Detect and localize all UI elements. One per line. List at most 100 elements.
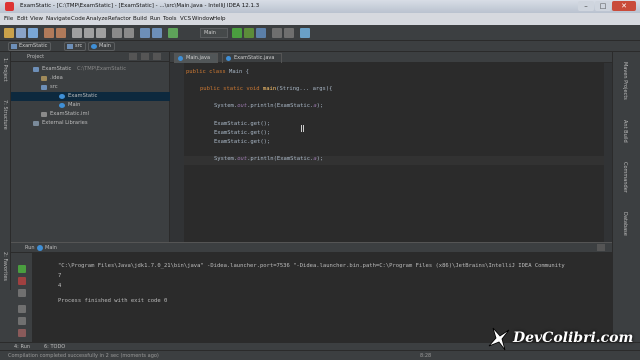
code-text: System. <box>214 103 238 109</box>
menu-vcs[interactable]: VCS <box>180 16 191 22</box>
back-icon[interactable] <box>140 28 150 38</box>
run-panel-title: Run <box>25 245 35 251</box>
code-line-println-1: System.out.println(ExamStatic.a); <box>214 103 323 109</box>
static-field: out <box>237 103 248 109</box>
left-tool-strip: 1: Project 7: Structure 2: Favorites <box>0 52 11 290</box>
method-name: main <box>259 86 277 92</box>
menu-code[interactable]: Code <box>71 16 85 22</box>
maven-projects-tab[interactable]: Maven Projects <box>622 62 628 100</box>
database-tab[interactable]: Database <box>622 212 628 236</box>
title-bar: ExamStatic - [C:\TMP\ExamStatic] - [Exam… <box>0 0 640 13</box>
stop-icon[interactable] <box>18 277 26 285</box>
code-text: Main { <box>225 69 249 75</box>
class-icon <box>37 245 43 251</box>
project-structure-icon[interactable] <box>284 28 294 38</box>
coverage-icon[interactable] <box>256 28 266 38</box>
tab-examstatic-java[interactable]: ExamStatic.java <box>222 53 282 63</box>
source-folder-icon <box>67 44 73 49</box>
breadcrumb-project[interactable]: ExamStatic <box>8 42 52 51</box>
code-text: (String... args){ <box>276 86 333 92</box>
minimize-button[interactable]: – <box>578 1 594 11</box>
tree-label: ExamStatic <box>68 93 98 99</box>
menu-refactor[interactable]: Refactor <box>108 16 131 22</box>
breadcrumb-src[interactable]: src <box>64 42 87 51</box>
tree-item-examstatic-class[interactable]: ExamStatic <box>11 92 170 101</box>
menu-run[interactable]: Run <box>150 16 161 22</box>
hummingbird-logo <box>488 327 510 351</box>
debug-icon[interactable] <box>244 28 254 38</box>
undo-icon[interactable] <box>44 28 54 38</box>
source-folder-icon <box>41 85 47 90</box>
static-field: out <box>237 156 248 162</box>
menu-window[interactable]: Window <box>192 16 214 22</box>
tree-item-external-libraries[interactable]: External Libraries <box>11 119 170 128</box>
dump-threads-icon[interactable] <box>18 305 26 313</box>
menu-view[interactable]: View <box>30 16 43 22</box>
module-file-icon <box>41 112 47 117</box>
tab-main-java[interactable]: Main.java <box>174 53 218 63</box>
project-tool-tab[interactable]: 1: Project <box>2 58 8 82</box>
pause-icon[interactable] <box>18 289 26 297</box>
menu-edit[interactable]: Edit <box>17 16 28 22</box>
menu-build[interactable]: Build <box>133 16 147 22</box>
tree-item-idea[interactable]: .idea <box>11 74 170 83</box>
scroll-from-source-icon[interactable] <box>129 53 137 60</box>
tree-item-main-class[interactable]: Main <box>11 101 170 110</box>
ant-build-tab-top[interactable]: Ant Build <box>622 120 628 143</box>
find-icon[interactable] <box>112 28 122 38</box>
menu-analyze[interactable]: Analyze <box>86 16 108 22</box>
replace-icon[interactable] <box>124 28 134 38</box>
collapse-all-icon[interactable] <box>141 53 149 60</box>
project-panel-header: Project <box>11 52 170 62</box>
make-project-icon[interactable] <box>168 28 178 38</box>
forward-icon[interactable] <box>152 28 162 38</box>
run-tab-main[interactable]: Main <box>45 245 57 251</box>
close-button[interactable]: ✕ <box>612 1 636 11</box>
save-icon[interactable] <box>16 28 26 38</box>
tree-item-iml[interactable]: ExamStatic.iml <box>11 110 170 119</box>
code-text: System. <box>214 156 238 162</box>
print-icon[interactable] <box>18 317 26 325</box>
keyword: public static void <box>200 86 260 92</box>
caret-position[interactable]: 8:28 <box>420 353 431 359</box>
tree-label: ExamStatic <box>42 66 72 72</box>
settings-icon[interactable] <box>272 28 282 38</box>
menu-help[interactable]: Help <box>213 16 226 22</box>
project-view-selector[interactable]: Project <box>27 54 44 60</box>
console-line-command: "C:\Program Files\Java\jdk1.7.0_21\bin\j… <box>58 263 565 269</box>
open-folder-icon[interactable] <box>4 28 14 38</box>
copy-icon[interactable] <box>84 28 94 38</box>
paste-icon[interactable] <box>96 28 106 38</box>
gear-icon[interactable] <box>597 244 605 251</box>
menu-file[interactable]: File <box>4 16 13 22</box>
console-line-output-2: 4 <box>58 283 62 289</box>
maximize-button[interactable]: □ <box>595 1 611 11</box>
devcolibri-watermark: DevColibri.com <box>487 320 634 356</box>
tree-item-src[interactable]: src <box>11 83 170 92</box>
watermark-text: DevColibri.com <box>513 330 634 346</box>
code-line-get-2: ExamStatic.get(); <box>214 130 271 136</box>
menu-navigate[interactable]: Navigate <box>46 16 71 22</box>
sync-icon[interactable] <box>28 28 38 38</box>
run-icon[interactable] <box>232 28 242 38</box>
commander-tab[interactable]: Commander <box>622 162 628 193</box>
run-configuration-select[interactable]: Main <box>200 28 228 38</box>
help-icon[interactable] <box>300 28 310 38</box>
gear-icon[interactable] <box>153 53 161 60</box>
status-message: Compilation completed successfully in 2 … <box>8 353 159 359</box>
line-gutter[interactable] <box>170 63 184 242</box>
rerun-icon[interactable] <box>18 265 26 273</box>
keyword: public class <box>186 69 226 75</box>
class-icon <box>178 56 183 61</box>
redo-icon[interactable] <box>56 28 66 38</box>
code-editor[interactable]: Main.java ExamStatic.java public class M… <box>170 52 612 242</box>
close-run-icon[interactable] <box>18 329 26 337</box>
structure-tool-tab[interactable]: 7: Structure <box>2 100 8 130</box>
cut-icon[interactable] <box>72 28 82 38</box>
console-line-output-1: 7 <box>58 273 62 279</box>
favorites-tool-tab[interactable]: 2: Favorites <box>2 252 8 281</box>
tree-item-project[interactable]: ExamStatic C:\TMP\ExamStatic <box>11 65 170 74</box>
menu-tools[interactable]: Tools <box>163 16 177 22</box>
editor-vertical-scrollbar[interactable] <box>604 63 612 242</box>
breadcrumb-main[interactable]: Main <box>88 42 115 51</box>
